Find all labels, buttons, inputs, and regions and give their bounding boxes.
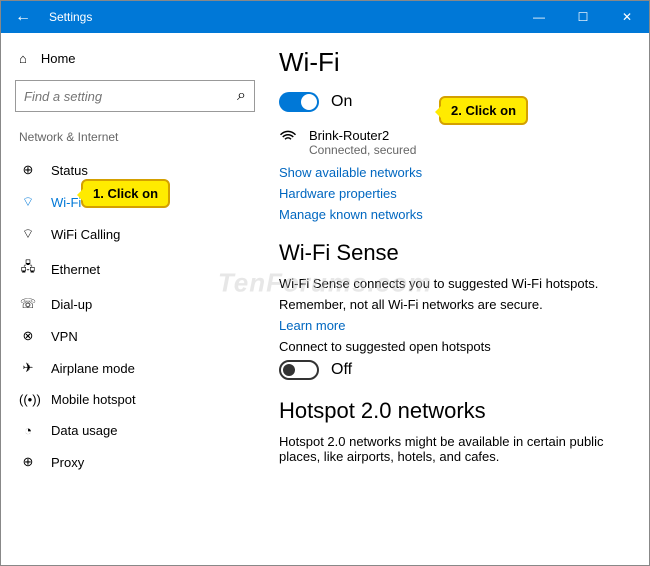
home-icon: ⌂	[19, 51, 27, 66]
hardware-properties-link[interactable]: Hardware properties	[279, 186, 631, 201]
manage-networks-link[interactable]: Manage known networks	[279, 207, 631, 222]
section-label: Network & Internet	[19, 130, 255, 144]
sense-body1: Wi-Fi Sense connects you to suggested Wi…	[279, 276, 631, 291]
learn-more-link[interactable]: Learn more	[279, 318, 631, 333]
nav-label: Status	[51, 163, 88, 178]
nav-icon: ⊕	[19, 454, 37, 470]
nav-item-vpn[interactable]: ⊗ VPN	[15, 320, 255, 352]
window-title: Settings	[45, 10, 517, 24]
nav-item-dial-up[interactable]: ☏ Dial-up	[15, 288, 255, 320]
nav-icon: ✈	[19, 360, 37, 376]
minimize-button[interactable]: —	[517, 10, 561, 24]
wifi-toggle[interactable]	[279, 92, 319, 112]
nav-item-wifi-calling[interactable]: ⌔ WiFi Calling	[15, 218, 255, 250]
search-input[interactable]	[24, 89, 237, 104]
wifi-signal-icon	[279, 128, 297, 157]
nav-icon: ⊕	[19, 162, 37, 178]
sense-toggle[interactable]	[279, 360, 319, 380]
search-icon: ⌕	[237, 87, 246, 105]
nav-item-data-usage[interactable]: ◔ Data usage	[15, 415, 255, 446]
nav-label: Proxy	[51, 455, 84, 470]
nav-label: VPN	[51, 329, 78, 344]
callout-2: 2. Click on	[439, 96, 528, 125]
nav-item-ethernet[interactable]: 🖧 Ethernet	[15, 250, 255, 288]
network-name: Brink-Router2	[309, 128, 416, 143]
titlebar: ← Settings — ☐ ✕	[1, 1, 649, 33]
nav-icon: 🖧	[19, 258, 37, 280]
nav-icon: ☏	[19, 296, 37, 312]
show-networks-link[interactable]: Show available networks	[279, 165, 631, 180]
nav-icon: ⊗	[19, 328, 37, 344]
search-box[interactable]: ⌕	[15, 80, 255, 112]
nav-label: Dial-up	[51, 297, 92, 312]
nav-label: Airplane mode	[51, 361, 135, 376]
nav-icon: ((•))	[19, 392, 37, 407]
sense-body2: Remember, not all Wi-Fi networks are sec…	[279, 297, 631, 312]
hotspot-heading: Hotspot 2.0 networks	[279, 398, 631, 424]
sidebar: ⌂ Home ⌕ Network & Internet ⊕Status⌔Wi-F…	[1, 33, 269, 565]
sense-toggle-label: Connect to suggested open hotspots	[279, 339, 631, 354]
hotspot-body: Hotspot 2.0 networks might be available …	[279, 434, 631, 464]
network-status: Connected, secured	[309, 143, 416, 157]
nav-item-mobile-hotspot[interactable]: ((•)) Mobile hotspot	[15, 384, 255, 415]
wifi-toggle-label: On	[331, 93, 352, 111]
nav-item-airplane-mode[interactable]: ✈ Airplane mode	[15, 352, 255, 384]
nav-icon: ◔	[19, 423, 37, 438]
sense-heading: Wi-Fi Sense	[279, 240, 631, 266]
home-label: Home	[41, 51, 76, 66]
nav-icon: ⌔	[19, 194, 37, 210]
maximize-button[interactable]: ☐	[561, 10, 605, 24]
nav-label: Ethernet	[51, 262, 100, 277]
current-network[interactable]: Brink-Router2 Connected, secured	[279, 128, 631, 157]
sense-toggle-state: Off	[331, 361, 352, 379]
callout-1: 1. Click on	[81, 179, 170, 208]
back-button[interactable]: ←	[1, 8, 45, 26]
page-heading: Wi-Fi	[279, 47, 631, 78]
home-nav[interactable]: ⌂ Home	[15, 45, 255, 80]
close-button[interactable]: ✕	[605, 10, 649, 24]
nav-label: Data usage	[51, 423, 118, 438]
nav-icon: ⌔	[19, 226, 37, 242]
nav-label: Mobile hotspot	[51, 392, 136, 407]
nav-label: WiFi Calling	[51, 227, 120, 242]
nav-item-proxy[interactable]: ⊕ Proxy	[15, 446, 255, 478]
